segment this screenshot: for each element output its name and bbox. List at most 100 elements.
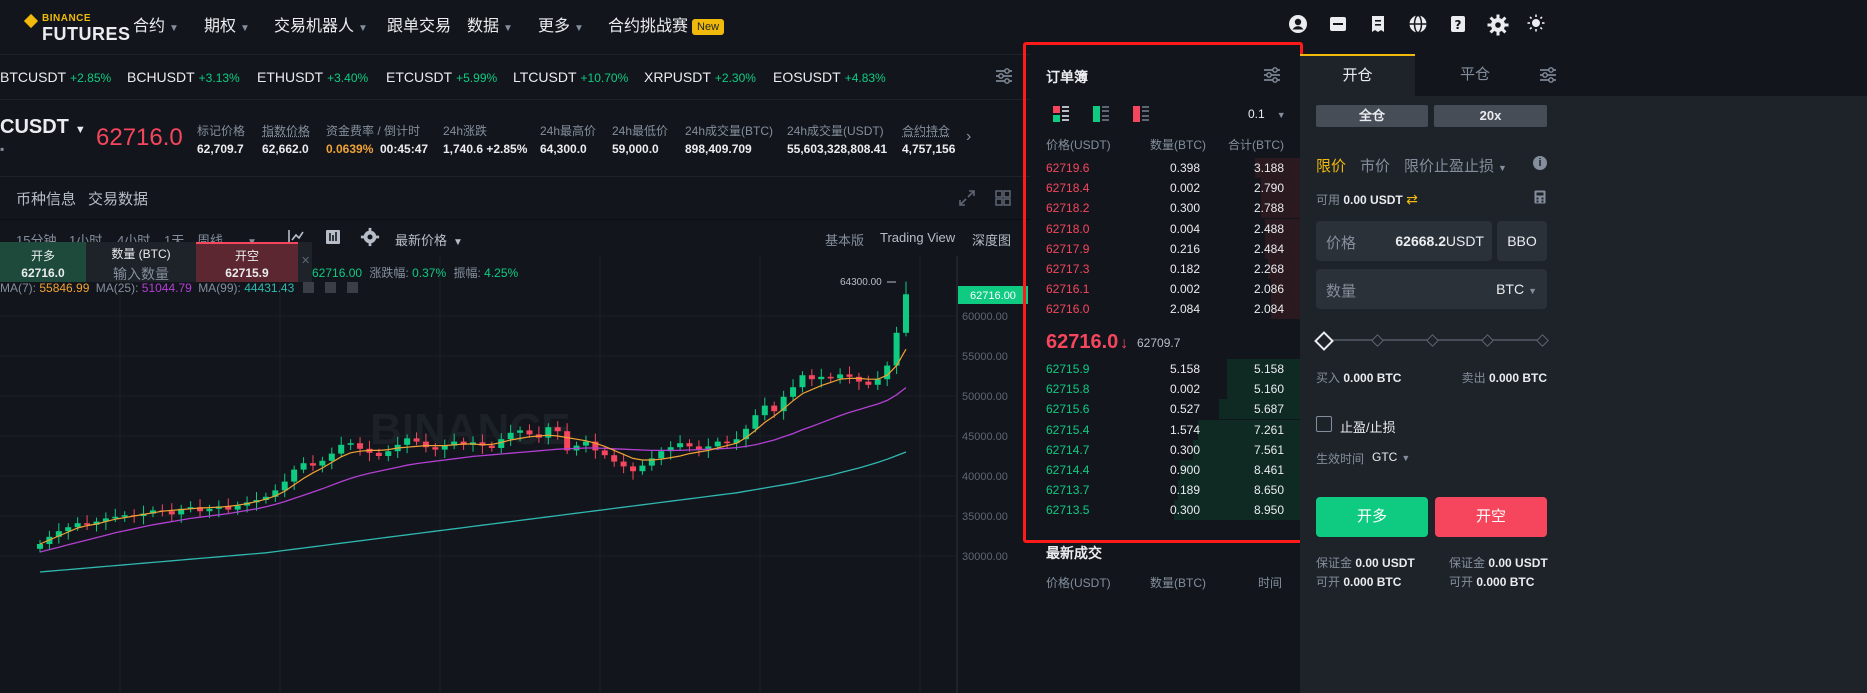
chevron-right-icon[interactable]: › xyxy=(966,128,971,146)
quick-long-button[interactable]: 开多 62716.0 xyxy=(0,242,86,282)
bid-row[interactable]: 62715.8 0.002 5.160 xyxy=(1046,379,1300,400)
quick-long-label: 开多 xyxy=(30,249,55,263)
order-type-market[interactable]: 市价 xyxy=(1360,155,1390,176)
view-basic[interactable]: 基本版 xyxy=(825,230,864,249)
view-bids-icon[interactable] xyxy=(1092,105,1110,126)
ask-row[interactable]: 62717.3 0.182 2.268 xyxy=(1046,259,1300,279)
panel-settings-icon[interactable] xyxy=(1538,66,1558,87)
globe-icon[interactable] xyxy=(1406,14,1430,38)
view-depth[interactable]: 深度图 xyxy=(972,230,1011,249)
ask-row[interactable]: 62716.1 0.002 2.086 xyxy=(1046,279,1300,300)
leverage-button[interactable]: 20x xyxy=(1434,105,1547,127)
order-type-limit[interactable]: 限价 xyxy=(1316,155,1346,176)
view-tradingview[interactable]: Trading View xyxy=(880,230,955,245)
tab-trading-data[interactable]: 交易数据 xyxy=(88,188,148,209)
chart-settings-icon[interactable] xyxy=(360,227,380,250)
open-short-button[interactable]: 开空 xyxy=(1435,497,1547,537)
tpsl-checkbox[interactable] xyxy=(1316,416,1332,432)
ticker-item[interactable]: XRPUSDT +2.30% xyxy=(644,69,756,85)
nav-options[interactable]: 期权 ▼ xyxy=(204,0,250,54)
expand-icon[interactable] xyxy=(958,189,976,210)
hide-indicator-icon[interactable] xyxy=(302,282,314,293)
price-type-select[interactable]: 最新价格 ▼ xyxy=(395,230,463,249)
candlestick-chart[interactable]: BINANCE 60000.0055000.0050000.0045000.00… xyxy=(0,256,1030,693)
bid-row[interactable]: 62715.9 5.158 5.158 xyxy=(1046,359,1300,379)
ticker-item[interactable]: ETCUSDT +5.99% xyxy=(386,69,497,85)
bid-row[interactable]: 62714.4 0.900 8.461 xyxy=(1046,460,1300,480)
bid-row[interactable]: 62715.6 0.527 5.687 xyxy=(1046,399,1300,420)
help-icon[interactable]: ? xyxy=(1446,14,1470,38)
nav-more[interactable]: 更多 ▼ xyxy=(538,0,584,54)
price-input[interactable]: 62668.2 xyxy=(1395,233,1446,249)
view-both-icon[interactable] xyxy=(1052,105,1070,126)
bid-total: 7.561 xyxy=(1253,442,1284,457)
order-type-stop-limit[interactable]: 限价止盈止损 ▼ xyxy=(1404,155,1507,176)
open-long-button[interactable]: 开多 xyxy=(1316,497,1428,537)
ticker-item[interactable]: EOSUSDT +4.83% xyxy=(773,69,886,85)
quantity-unit-select[interactable]: BTC ▼ xyxy=(1496,281,1537,297)
price-input-box[interactable]: 价格 62668.2 USDT xyxy=(1316,221,1492,261)
wallet-icon[interactable] xyxy=(1326,14,1350,38)
quick-qty-box[interactable]: 数量 (BTC) 输入数量 xyxy=(86,242,196,282)
ask-row[interactable]: 62717.9 0.216 2.484 xyxy=(1046,238,1300,259)
ticker-item[interactable]: BTCUSDT +2.85% xyxy=(0,69,111,85)
layout-grid-icon[interactable] xyxy=(994,189,1012,210)
bid-row[interactable]: 62713.7 0.189 8.650 xyxy=(1046,480,1300,501)
index-price-label[interactable]: 指数价格 xyxy=(262,122,310,139)
settings-icon[interactable] xyxy=(1486,14,1510,38)
tab-close[interactable]: 平仓 xyxy=(1415,54,1535,96)
orders-icon[interactable] xyxy=(1366,14,1390,38)
indicators-icon[interactable] xyxy=(324,228,342,249)
slider-mark-100[interactable] xyxy=(1536,334,1549,347)
slider-mark-75[interactable] xyxy=(1481,334,1494,347)
nav-data[interactable]: 数据 ▼ xyxy=(467,0,513,54)
bid-row[interactable]: 62715.4 1.574 7.261 xyxy=(1046,419,1300,440)
nav-trading-bots[interactable]: 交易机器人 ▼ xyxy=(274,0,368,54)
ask-row[interactable]: 62719.6 0.398 3.188 xyxy=(1046,158,1300,178)
ask-row[interactable]: 62718.2 0.300 2.788 xyxy=(1046,198,1300,219)
price-chart[interactable]: BINANCE 60000.00 55000.00 50000.00 45000.00… xyxy=(0,256,1030,693)
ask-row[interactable]: 62718.4 0.002 2.790 xyxy=(1046,178,1300,199)
ask-row[interactable]: 62718.0 0.004 2.488 xyxy=(1046,218,1300,239)
filter-settings-icon[interactable] xyxy=(994,67,1014,88)
ticker-item[interactable]: BCHUSDT +3.13% xyxy=(127,69,240,85)
margin-mode-button[interactable]: 全仓 xyxy=(1316,105,1428,127)
tif-select[interactable]: GTC ▼ xyxy=(1372,450,1410,464)
bbo-button[interactable]: BBO xyxy=(1497,221,1547,261)
quantity-slider[interactable] xyxy=(1314,330,1549,351)
close-icon[interactable]: ✕ xyxy=(301,254,310,267)
ticker-symbol: BCHUSDT xyxy=(127,69,195,85)
theme-icon[interactable] xyxy=(1524,14,1548,38)
open-interest-label[interactable]: 合约持仓 xyxy=(902,122,950,139)
orderbook-settings-icon[interactable] xyxy=(1262,66,1282,87)
quick-short-button[interactable]: 开空 62715.9 xyxy=(196,242,298,282)
symbol-selector[interactable]: CUSDT ▼ xyxy=(0,116,86,139)
tpsl-label[interactable]: 止盈/止损 xyxy=(1340,417,1396,436)
user-icon[interactable] xyxy=(1286,14,1310,38)
tab-coin-info[interactable]: 币种信息 xyxy=(16,188,76,209)
remove-indicator-icon[interactable] xyxy=(347,282,359,293)
nav-copy-trading[interactable]: 跟单交易 xyxy=(387,0,451,54)
ticker-item[interactable]: LTCUSDT +10.70% xyxy=(513,69,628,85)
slider-handle[interactable] xyxy=(1314,331,1334,351)
slider-mark-50[interactable] xyxy=(1426,334,1439,347)
tab-open[interactable]: 开仓 xyxy=(1300,54,1415,96)
bid-row[interactable]: 62713.5 0.300 8.950 xyxy=(1046,500,1300,521)
binance-futures-logo[interactable]: BINANCE FUTURES xyxy=(23,12,144,44)
nav-contracts[interactable]: 合约 ▼ xyxy=(133,0,179,54)
transfer-icon[interactable]: ⇄ xyxy=(1406,191,1418,207)
precision-select[interactable]: 0.1 ▼ xyxy=(1248,107,1286,121)
nav-challenge[interactable]: 合约挑战赛 New xyxy=(608,0,725,54)
quick-qty-input[interactable]: 输入数量 xyxy=(86,264,196,284)
calculator-icon[interactable] xyxy=(1534,190,1546,207)
view-asks-icon[interactable] xyxy=(1132,105,1150,126)
slider-mark-25[interactable] xyxy=(1371,334,1384,347)
quantity-input-label[interactable]: 数量 xyxy=(1326,280,1356,301)
bid-row[interactable]: 62714.7 0.300 7.561 xyxy=(1046,439,1300,460)
quantity-input-box[interactable]: 数量 BTC ▼ xyxy=(1316,269,1547,309)
candle-down xyxy=(846,374,853,377)
ticker-item[interactable]: ETHUSDT +3.40% xyxy=(257,69,368,85)
ask-row[interactable]: 62716.0 2.084 2.084 xyxy=(1046,299,1300,320)
indicator-settings-icon[interactable] xyxy=(324,282,336,293)
info-icon[interactable]: i xyxy=(1533,156,1547,170)
